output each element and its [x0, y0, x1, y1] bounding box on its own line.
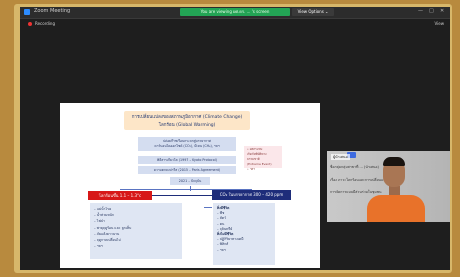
close-icon[interactable]: ✕ — [440, 8, 444, 14]
presenter-hair — [383, 157, 405, 166]
impact-line: เกิดภัยพิบัติทางธรรมชาติ — [247, 152, 267, 161]
impact-box: • ผลกระทบ เกิดภัยพิบัติทางธรรมชาติ (Extr… — [244, 146, 282, 171]
title-bar: Zoom Meeting You are viewing ผศ.ดร. ... … — [20, 7, 450, 19]
presenter-text-line: ชื่อกลุ่มกลุ่มสาขาที่ ... (นำเสนอ) — [330, 165, 379, 169]
slide-subtitle: โลกร้อน (Global Warming) — [158, 123, 216, 128]
presenter-text-line: เรื่อง ภาวะโลกร้อนและการเปลี่ยนแปลง — [330, 178, 390, 182]
co2-header: CO₂ ในบรรยากาศ 300 – 420 ppm — [212, 190, 291, 200]
view-options-button[interactable]: View Options ⌄ — [292, 8, 334, 16]
list-item: – ฯลฯ — [94, 244, 103, 249]
presenter-video[interactable]: ผู้นำเสนอ ชื่อกลุ่มกลุ่มสาขาที่ ... (นำเ… — [327, 151, 450, 222]
screen-share-banner: You are viewing ผศ.ดร. ... 's screen — [180, 8, 290, 16]
paris-box: ความตกลงปารีส (2015 – Paris Agreement) — [138, 166, 236, 174]
app-title: Zoom Meeting — [34, 8, 71, 14]
connector-line — [204, 207, 212, 208]
maximize-icon[interactable]: □ — [429, 8, 434, 14]
slide-title: การเปลี่ยนแปลงของสภาพภูมิอากาศ (Climate … — [131, 115, 243, 120]
impact-targets-list: สิ่งมีชีวิต – พืช – สัตว์ – คน – จุลินทร… — [213, 203, 275, 265]
impact-line: • ฯลฯ — [247, 167, 255, 171]
presenter-text-line: การจัดการแบบมีส่วนร่วมในชุมชน — [330, 190, 382, 194]
shared-slide: การเปลี่ยนแปลงของสภาพภูมิอากาศ (Climate … — [60, 103, 320, 268]
zoom-logo-icon — [24, 9, 30, 15]
ghg-line2: คาร์บอนไดออกไซด์ (CO₂), มีเทน (CH₄), ฯลฯ — [154, 144, 220, 148]
kyoto-box: พิธีสารเกียวโต (1997 – Kyoto Protocol) — [138, 156, 236, 164]
minimize-icon[interactable]: — — [418, 8, 423, 14]
recording-label: Recording — [35, 21, 56, 26]
effects-list: – แม่น้ำโขง – น้ำท่วมหนัก – ไฟป่า – พายุ… — [90, 203, 182, 259]
record-dot-icon — [28, 22, 32, 26]
presenter-shirt — [367, 195, 425, 222]
slide-title-box: การเปลี่ยนแปลงของสภาพภูมิอากาศ (Climate … — [124, 111, 250, 130]
list-item: – ฯลฯ — [217, 247, 226, 252]
zoom-window: Zoom Meeting You are viewing ผศ.ดร. ... … — [20, 7, 450, 270]
presenter-name-tag: ผู้นำเสนอ — [331, 154, 350, 160]
ghg-box: ปล่อยก๊าซเรือนกระจกสู่บรรยากาศ คาร์บอนได… — [138, 137, 236, 151]
view-button[interactable]: View — [435, 21, 445, 26]
arrow-line — [152, 195, 212, 196]
present-box: 2021 – ปัจจุบัน — [170, 177, 210, 185]
warming-header: โลกร้อนขึ้น 1.1 – 1.3°c — [88, 191, 152, 200]
